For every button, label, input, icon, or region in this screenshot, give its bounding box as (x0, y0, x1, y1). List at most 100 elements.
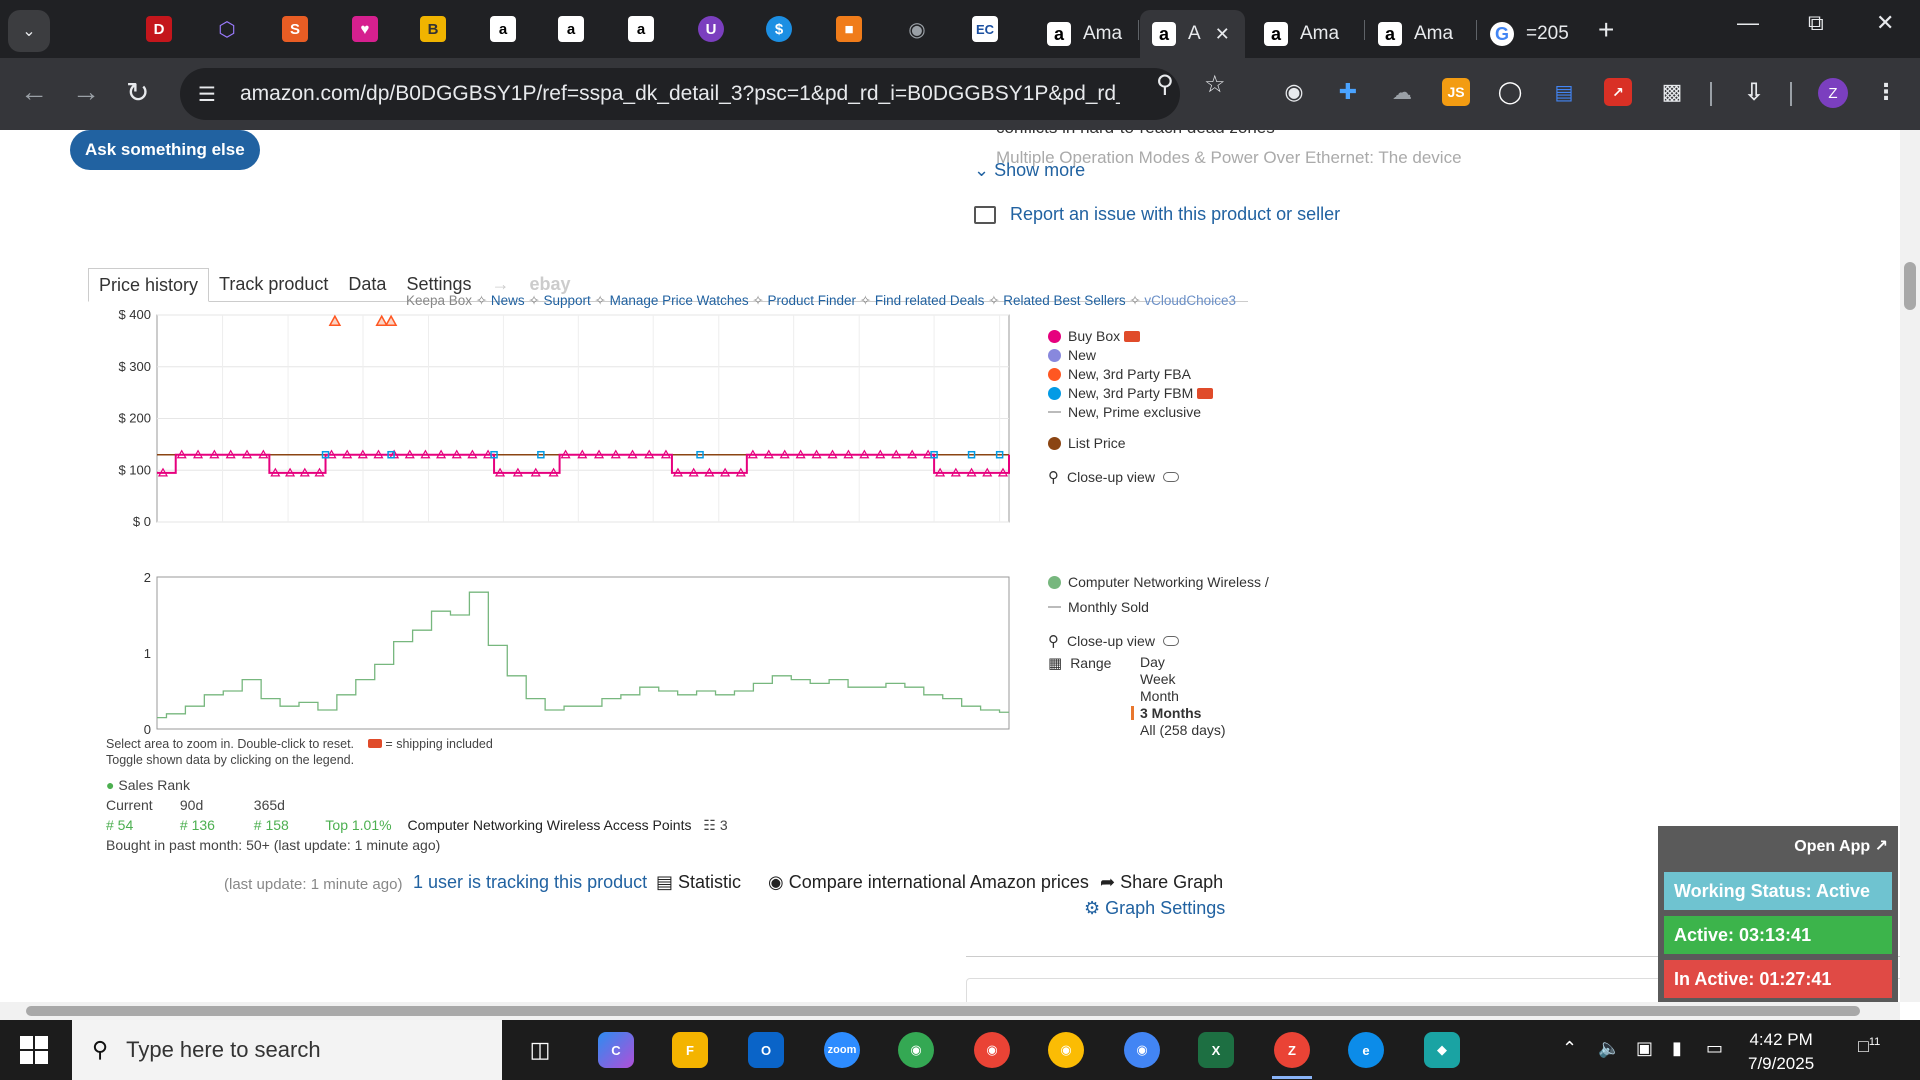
vertical-scrollbar[interactable] (1900, 130, 1920, 1002)
globe-extension-icon[interactable]: ◉ (1280, 78, 1308, 106)
graph-settings-button[interactable]: ⚙ Graph Settings (1084, 898, 1225, 919)
tab-data[interactable]: Data (338, 268, 396, 302)
system-clock[interactable]: 4:42 PM 7/9/2025 (1748, 1028, 1814, 1076)
tab-google[interactable]: G =205 (1478, 10, 1588, 58)
app-diamond-icon[interactable]: ◆ (1424, 1032, 1460, 1068)
tab-track-product[interactable]: Track product (209, 268, 338, 302)
range-3-months[interactable]: 3 Months (1140, 705, 1201, 721)
legend-category-rank[interactable]: Computer Networking Wireless / (1048, 574, 1269, 590)
pinned-tab-globe[interactable]: ◉ (904, 16, 930, 42)
chrome-icon[interactable]: ◉ (1124, 1032, 1160, 1068)
volume-icon[interactable]: 🔈 (1598, 1038, 1620, 1059)
pinned-tab-stack[interactable]: S (282, 16, 308, 42)
tab-amazon-2[interactable]: a Ama (1252, 10, 1362, 58)
horizontal-scroll-thumb[interactable] (26, 1006, 1860, 1016)
new-tab-button[interactable]: + (1598, 14, 1614, 46)
tracking-link[interactable]: 1 user is tracking this product (413, 872, 647, 893)
pinned-tab-dollar[interactable]: $ (766, 16, 792, 42)
menu-kebab-icon[interactable]: ⋮ (1872, 78, 1900, 106)
pinned-tab-book[interactable]: B (420, 16, 446, 42)
file-explorer-icon[interactable]: F (672, 1032, 708, 1068)
pinned-tab-ec[interactable]: EC (972, 16, 998, 42)
battery-icon[interactable]: ▮ (1672, 1038, 1682, 1059)
zoom-magnifier-icon[interactable]: ⚲ (1156, 70, 1174, 99)
minimize-icon[interactable]: — (1737, 10, 1759, 36)
close-tab-icon[interactable]: ✕ (1215, 24, 1230, 45)
vertical-scroll-thumb[interactable] (1904, 262, 1916, 310)
ask-something-else-button[interactable]: Ask something else (70, 130, 260, 170)
circle-extension-icon[interactable]: ◯ (1496, 78, 1524, 106)
statistic-button[interactable]: ▤ Statistic (656, 872, 741, 893)
legend-buy-box[interactable]: Buy Box (1048, 328, 1141, 344)
tab-amazon-1[interactable]: a Ama (1035, 10, 1139, 58)
legend-new-prime-exclusive[interactable]: New, Prime exclusive (1048, 404, 1201, 420)
link-product-finder[interactable]: Product Finder (768, 293, 857, 308)
url-text[interactable]: amazon.com/dp/B0DGGBSY1P/ref=sspa_dk_det… (240, 82, 1120, 106)
zoom-icon[interactable]: zoom (824, 1032, 860, 1068)
task-view-icon[interactable]: ◫ (522, 1032, 558, 1068)
range-day[interactable]: Day (1140, 654, 1165, 670)
pinned-tab-dbi[interactable]: D (146, 16, 172, 42)
tab-amazon-active[interactable]: aA ✕ (1140, 10, 1245, 58)
windows-start-icon[interactable] (20, 1036, 48, 1064)
notification-center-icon[interactable]: □11 (1858, 1036, 1880, 1057)
pinned-tab-box[interactable]: ■ (836, 16, 862, 42)
closeup-view-toggle-rank[interactable]: ⚲ Close-up view (1048, 632, 1179, 650)
legend-monthly-sold[interactable]: Monthly Sold (1048, 599, 1149, 615)
pinned-tab-amazon-1[interactable]: a (490, 16, 516, 42)
link-vcloudchoice3[interactable]: vCloudChoice3 (1144, 293, 1236, 308)
site-info-icon[interactable]: ☰ (198, 82, 228, 107)
outlook-icon[interactable]: O (748, 1032, 784, 1068)
forward-icon[interactable]: → (72, 76, 100, 108)
link-support[interactable]: Support (543, 293, 590, 308)
plus-extension-icon[interactable]: ✚ (1334, 78, 1362, 106)
link-news[interactable]: News (491, 293, 525, 308)
tab-amazon-3[interactable]: a Ama (1366, 10, 1476, 58)
pinned-tab-heart[interactable]: ♥ (352, 16, 378, 42)
chrome-active-icon[interactable]: Z (1274, 1032, 1310, 1068)
link-manage-price-watches[interactable]: Manage Price Watches (610, 293, 749, 308)
legend-new[interactable]: New (1048, 347, 1096, 363)
report-issue-link[interactable]: Report an issue with this product or sel… (974, 204, 1340, 225)
closeup-view-toggle-price[interactable]: ⚲ Close-up view (1048, 468, 1179, 486)
pinned-tab-cube[interactable]: ⬡ (214, 16, 240, 42)
link-find-related-deals[interactable]: Find related Deals (875, 293, 985, 308)
edge-icon[interactable]: e (1348, 1032, 1384, 1068)
show-more-link[interactable]: ⌄ Show more (974, 160, 1085, 181)
excel-icon[interactable]: X (1198, 1032, 1234, 1068)
show-hidden-icons[interactable]: ⌃ (1562, 1038, 1577, 1059)
subcategory-tree-icon[interactable]: ☷ (703, 817, 716, 833)
bookmark-star-icon[interactable]: ☆ (1204, 70, 1226, 99)
compare-prices-button[interactable]: ◉ Compare international Amazon prices (768, 872, 1089, 893)
rank-category-link[interactable]: Computer Networking Wireless Access Poin… (407, 817, 691, 833)
taskbar-search[interactable]: ⚲ Type here to search (72, 1020, 502, 1080)
chrome-profile-2-icon[interactable]: ◉ (974, 1032, 1010, 1068)
profile-avatar[interactable]: Z (1818, 78, 1848, 108)
tab-price-history[interactable]: Price history (88, 268, 210, 302)
reload-icon[interactable]: ↻ (126, 76, 149, 109)
cloud-extension-icon[interactable]: ☁ (1388, 78, 1416, 106)
chart-extension-icon[interactable]: ▤ (1550, 78, 1578, 106)
tab-search-button[interactable]: ⌄ (8, 10, 50, 52)
horizontal-scrollbar[interactable] (0, 1002, 1900, 1020)
range-week[interactable]: Week (1140, 671, 1176, 687)
meet-icon[interactable]: ▣ (1636, 1038, 1653, 1059)
legend-new-3rd-party-fbm[interactable]: New, 3rd Party FBM (1048, 385, 1214, 401)
back-icon[interactable]: ← (20, 76, 48, 108)
pinned-tab-amazon-2[interactable]: a (558, 16, 584, 42)
close-window-icon[interactable]: ✕ (1876, 10, 1894, 36)
chrome-profile-1-icon[interactable]: ◉ (898, 1032, 934, 1068)
restore-icon[interactable]: ⧉ (1808, 10, 1824, 36)
range-month[interactable]: Month (1140, 688, 1179, 704)
chrome-profile-3-icon[interactable]: ◉ (1048, 1032, 1084, 1068)
legend-new-3rd-party-fba[interactable]: New, 3rd Party FBA (1048, 366, 1191, 382)
range-all[interactable]: All (258 days) (1140, 722, 1226, 738)
download-icon[interactable]: ⇩ (1740, 78, 1768, 106)
open-app-button[interactable]: Open App ↗ (1794, 836, 1888, 856)
legend-list-price[interactable]: List Price (1048, 435, 1126, 451)
puzzle-extensions-icon[interactable]: ▩ (1658, 78, 1686, 106)
network-icon[interactable]: ▭ (1706, 1038, 1723, 1059)
arrow-extension-icon[interactable]: ↗ (1604, 78, 1632, 106)
pinned-tab-amazon-3[interactable]: a (628, 16, 654, 42)
address-bar[interactable]: ☰ amazon.com/dp/B0DGGBSY1P/ref=sspa_dk_d… (180, 68, 1180, 120)
